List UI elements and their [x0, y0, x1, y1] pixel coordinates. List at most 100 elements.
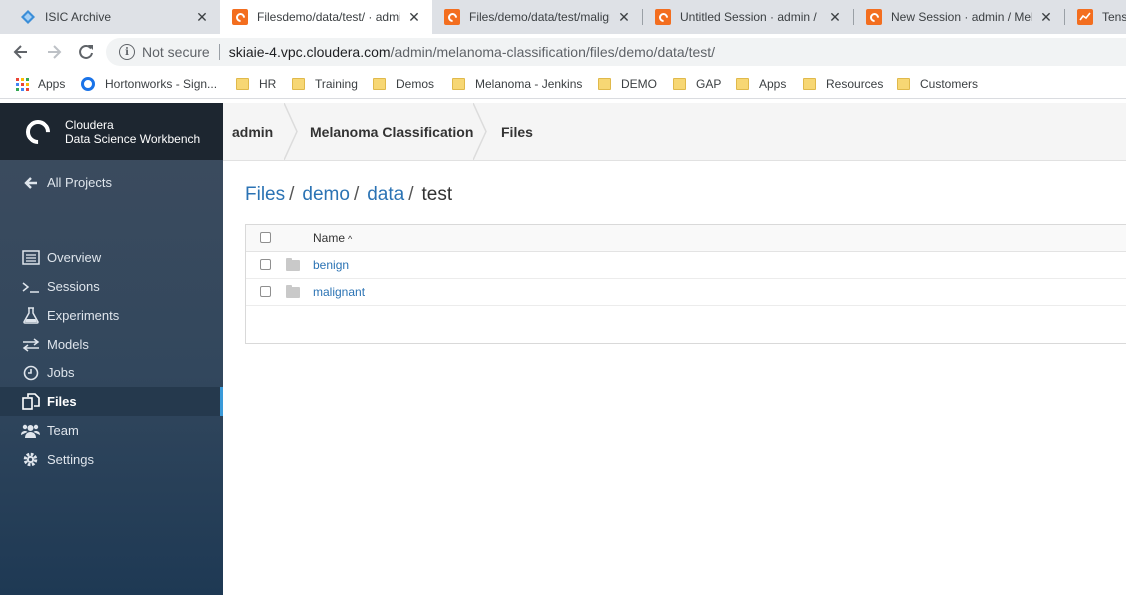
sidebar-item-team[interactable]: Team: [0, 416, 223, 445]
tab-isic-archive[interactable]: ISIC Archive ✕: [8, 0, 220, 34]
tab-files-demo-data-test[interactable]: Filesdemo/data/test/ · admin ✕: [220, 0, 432, 34]
info-icon[interactable]: i: [119, 44, 135, 60]
sidebar-item-jobs[interactable]: Jobs: [0, 358, 223, 387]
table-row[interactable]: benign: [246, 252, 1126, 279]
close-icon[interactable]: ✕: [616, 9, 632, 25]
path-link-data[interactable]: data: [367, 184, 404, 206]
bookmark-apps-folder[interactable]: Apps: [736, 75, 786, 93]
table-header: Name ^: [246, 225, 1126, 252]
bookmark-apps[interactable]: Apps: [16, 75, 65, 93]
arrow-left-icon: [21, 173, 40, 192]
nav-label: Experiments: [47, 308, 120, 323]
sidebar-item-files[interactable]: Files: [0, 387, 223, 416]
bookmark-resources[interactable]: Resources: [803, 75, 883, 93]
sort-asc-icon: ^: [348, 234, 353, 244]
crumb-admin[interactable]: admin: [232, 103, 273, 160]
arrows-icon: [21, 335, 40, 354]
sidebar-item-models[interactable]: Models: [0, 330, 223, 359]
close-icon[interactable]: ✕: [827, 9, 843, 25]
bookmark-label: Training: [315, 77, 358, 91]
folder-icon: [286, 258, 300, 271]
bookmark-demos[interactable]: Demos: [373, 75, 434, 93]
bookmark-hortonworks[interactable]: Hortonworks - Sign...: [81, 75, 217, 93]
nav-label: All Projects: [47, 175, 113, 190]
team-icon: [21, 421, 40, 440]
folder-icon: [373, 78, 386, 90]
back-arrow-icon[interactable]: [11, 42, 31, 62]
crumb-project[interactable]: Melanoma Classification: [310, 103, 473, 160]
nav-label: Team: [47, 423, 79, 438]
table-row[interactable]: malignant: [246, 279, 1126, 306]
path-link-files[interactable]: Files: [245, 184, 285, 206]
nav-label: Jobs: [47, 365, 75, 380]
tab-tensorboard[interactable]: Tenso: [1065, 0, 1126, 34]
path-separator: /: [289, 184, 295, 205]
folder-icon: [598, 78, 611, 90]
brand-line1: Cloudera: [65, 117, 114, 132]
row-checkbox[interactable]: [260, 286, 271, 297]
bookmark-demo[interactable]: DEMO: [598, 75, 657, 93]
bookmark-label: Apps: [759, 77, 787, 91]
bookmark-customers[interactable]: Customers: [897, 75, 978, 93]
close-icon[interactable]: ✕: [194, 9, 210, 25]
tab-new-session[interactable]: New Session · admin / Melanoma ✕: [854, 0, 1064, 34]
all-projects-link[interactable]: All Projects: [0, 168, 223, 197]
tab-files-malignant[interactable]: Files/demo/data/test/malignant ✕: [432, 0, 642, 34]
files-table: Name ^ benign malignant: [245, 224, 1126, 344]
sidebar-item-experiments[interactable]: Experiments: [0, 301, 223, 330]
bookmark-label: Customers: [920, 77, 979, 91]
nav-label: Overview: [47, 250, 102, 265]
url-path: /admin/melanoma-classification/files/dem…: [390, 44, 716, 60]
url-host: skiaie-4.vpc.cloudera.com: [228, 44, 391, 60]
tab-title: Filesdemo/data/test/ · admin: [257, 10, 400, 24]
forward-arrow-icon[interactable]: [44, 42, 64, 62]
overview-icon: [21, 248, 40, 267]
nav-label: Settings: [47, 452, 94, 467]
cloudera-icon: [444, 9, 460, 25]
path-separator: /: [408, 184, 414, 205]
terminal-icon: [21, 277, 40, 296]
folder-icon: [236, 78, 249, 90]
security-label[interactable]: Not secure: [142, 44, 210, 60]
cloudera-icon: [655, 9, 671, 25]
cloudera-icon: [232, 9, 248, 25]
close-icon[interactable]: ✕: [406, 9, 422, 25]
nav-label: Sessions: [47, 279, 100, 294]
bookmark-label: Apps: [38, 77, 66, 91]
bookmark-label: Hortonworks - Sign...: [105, 77, 218, 91]
folder-link[interactable]: malignant: [313, 285, 365, 299]
folder-icon: [292, 78, 305, 90]
address-bar[interactable]: i Not secure skiaie-4.vpc.cloudera.com/a…: [106, 38, 1126, 66]
crumb-files[interactable]: Files: [501, 103, 533, 160]
close-icon[interactable]: ✕: [1038, 9, 1054, 25]
tab-title: New Session · admin / Melanoma: [891, 10, 1032, 24]
tab-title: Files/demo/data/test/malignant: [469, 10, 610, 24]
select-all-checkbox[interactable]: [260, 232, 271, 243]
sidebar-item-sessions[interactable]: Sessions: [0, 272, 223, 301]
tab-untitled-session[interactable]: Untitled Session · admin / Melanoma ✕: [643, 0, 853, 34]
brand-header[interactable]: Cloudera Data Science Workbench: [0, 103, 223, 160]
tab-title: ISIC Archive: [45, 10, 112, 24]
sidebar-item-overview[interactable]: Overview: [0, 243, 223, 272]
crumb-separator: [284, 103, 298, 160]
bookmark-melanoma-jenkins[interactable]: Melanoma - Jenkins: [452, 75, 582, 93]
apps-grid-icon: [16, 77, 29, 91]
bookmark-label: GAP: [696, 77, 722, 91]
bookmark-label: Resources: [826, 77, 884, 91]
project-header: admin Melanoma Classification Files: [223, 103, 1126, 161]
brand-name: Cloudera Data Science Workbench: [65, 118, 200, 146]
bookmark-gap[interactable]: GAP: [673, 75, 721, 93]
sidebar-item-settings[interactable]: Settings: [0, 445, 223, 474]
files-icon: [21, 392, 40, 411]
row-checkbox[interactable]: [260, 259, 271, 270]
gear-icon: [21, 450, 40, 469]
bookmark-training[interactable]: Training: [292, 75, 358, 93]
reload-icon[interactable]: [76, 42, 96, 62]
bookmark-hr[interactable]: HR: [236, 75, 276, 93]
path-link-demo[interactable]: demo: [302, 184, 350, 206]
folder-link[interactable]: benign: [313, 258, 349, 272]
name-column-header[interactable]: Name ^: [313, 231, 352, 245]
cloudera-icon: [866, 9, 882, 25]
folder-icon: [673, 78, 686, 90]
name-header-label: Name: [313, 231, 346, 245]
